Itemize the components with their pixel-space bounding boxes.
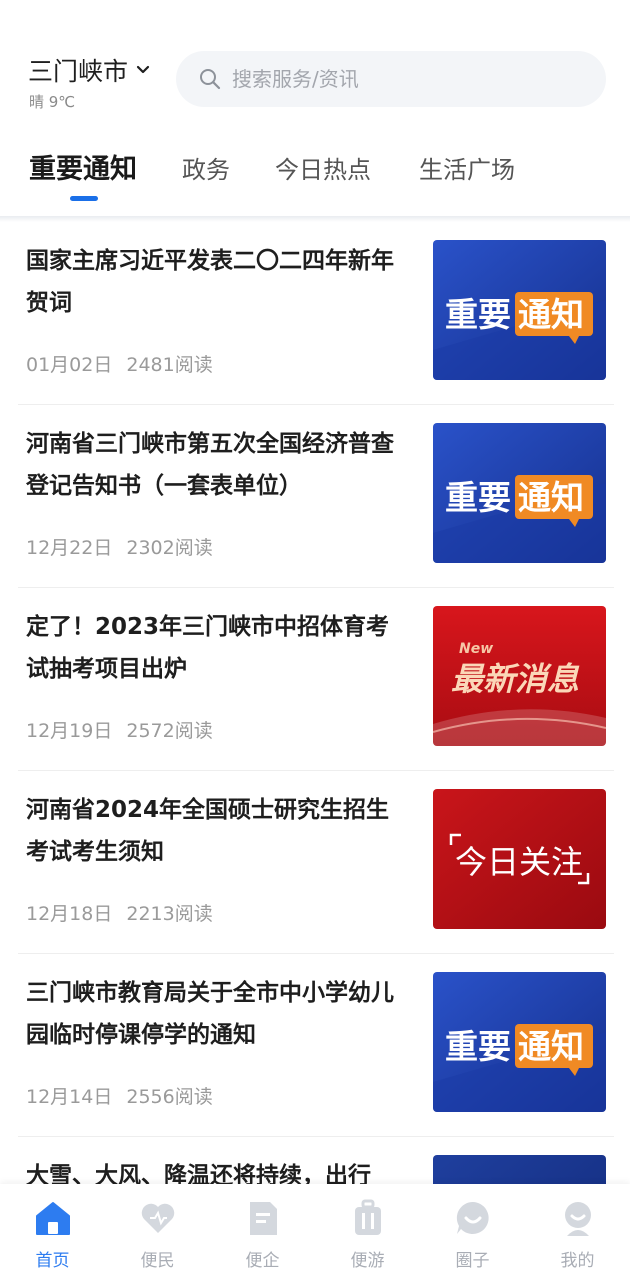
tabbar-label: 首页 [35, 1251, 70, 1271]
search-icon [200, 69, 221, 90]
tabbar-item-circle[interactable]: 圈子 [420, 1184, 525, 1280]
news-thumbnail-important-notice[interactable] [433, 1155, 606, 1184]
news-meta: 12月22日 2302阅读 [26, 533, 213, 560]
tabbar-item-business[interactable]: 便企 [210, 1184, 315, 1280]
news-title[interactable]: 河南省三门峡市第五次全国经济普查登记告知书（一套表单位） [26, 423, 410, 507]
news-reads: 2213阅读 [126, 903, 213, 925]
news-item[interactable]: 大雪、大风、降温还将持续，出行 [18, 1137, 614, 1184]
news-thumbnail-important-notice[interactable]: 重要 通知 [433, 240, 606, 380]
tabbar-label: 便民 [140, 1251, 175, 1271]
news-title[interactable]: 河南省2024年全国硕士研究生招生考试考生须知 [26, 789, 410, 873]
news-title[interactable]: 定了！2023年三门峡市中招体育考试抽考项目出炉 [26, 606, 410, 690]
thumb-text-important-b: 通知 [518, 1027, 584, 1066]
tab-government[interactable]: 政务 [182, 150, 230, 206]
chevron-down-icon[interactable] [136, 63, 150, 77]
active-tab-indicator [70, 196, 98, 201]
tab-today-hot[interactable]: 今日热点 [275, 150, 371, 206]
tabbar-label: 圈子 [455, 1251, 490, 1271]
news-date: 12月14日 [26, 1086, 113, 1108]
news-item[interactable]: 河南省2024年全国硕士研究生招生考试考生须知 12月18日 2213阅读 今日关… [18, 771, 614, 954]
news-list: 国家主席习近平发表二〇二四年新年贺词 01月02日 2481阅读 重要 通知 河南… [0, 222, 630, 1184]
heart-icon [141, 1203, 175, 1233]
document-icon [250, 1202, 277, 1235]
tabbar-item-travel[interactable]: 便游 [315, 1184, 420, 1280]
thumb-text-important-a: 重要 [445, 1027, 511, 1066]
news-date: 01月02日 [26, 354, 113, 376]
news-item[interactable]: 三门峡市教育局关于全市中小学幼儿园临时停课停学的通知 12月14日 2556阅读 … [18, 954, 614, 1137]
bottom-tab-bar: 首页 便民 便企 便游 圈子 我的 [0, 1184, 630, 1280]
news-meta: 12月19日 2572阅读 [26, 716, 213, 743]
city-name[interactable]: 三门峡市 [28, 52, 128, 88]
app-header: 三门峡市 晴 9℃ 重要通知 政务 今日热点 生活广场 [0, 0, 630, 220]
news-item[interactable]: 定了！2023年三门峡市中招体育考试抽考项目出炉 12月19日 2572阅读 Ne… [18, 588, 614, 771]
chat-smile-icon [456, 1201, 489, 1234]
tab-life-square[interactable]: 生活广场 [419, 150, 515, 206]
search-bar[interactable] [176, 51, 606, 107]
thumb-text-new: New [459, 641, 493, 657]
news-item[interactable]: 河南省三门峡市第五次全国经济普查登记告知书（一套表单位） 12月22日 2302阅… [18, 405, 614, 588]
tabbar-label: 便企 [245, 1251, 280, 1271]
news-thumbnail-today-focus[interactable]: 今日关注 [433, 789, 606, 929]
thumb-text-important-a: 重要 [445, 295, 511, 334]
weather-text: 晴 9℃ [29, 93, 76, 111]
news-meta: 01月02日 2481阅读 [26, 350, 213, 377]
news-thumbnail-important-notice[interactable]: 重要 通知 [433, 423, 606, 563]
news-thumbnail-latest-news[interactable]: New 最新消息 [433, 606, 606, 746]
city-selector[interactable]: 三门峡市 [28, 52, 150, 88]
news-reads: 2556阅读 [126, 1086, 213, 1108]
thumb-text-important-b: 通知 [518, 295, 584, 334]
user-icon [565, 1202, 591, 1236]
home-icon [36, 1202, 70, 1235]
tabbar-item-mine[interactable]: 我的 [525, 1184, 630, 1280]
search-input[interactable] [232, 67, 562, 91]
news-reads: 2481阅读 [126, 354, 213, 376]
tabbar-label: 我的 [560, 1251, 595, 1271]
news-date: 12月22日 [26, 537, 113, 559]
news-date: 12月18日 [26, 903, 113, 925]
news-reads: 2572阅读 [126, 720, 213, 742]
news-meta: 12月18日 2213阅读 [26, 899, 213, 926]
thumb-text-important-b: 通知 [518, 478, 584, 517]
news-reads: 2302阅读 [126, 537, 213, 559]
news-title[interactable]: 大雪、大风、降温还将持续，出行 [26, 1155, 410, 1184]
news-title[interactable]: 国家主席习近平发表二〇二四年新年贺词 [26, 240, 410, 324]
news-thumbnail-important-notice[interactable]: 重要 通知 [433, 972, 606, 1112]
thumb-text-today: 今日关注 [455, 843, 583, 881]
tabbar-label: 便游 [350, 1251, 385, 1271]
thumb-text-important-a: 重要 [445, 478, 511, 517]
news-meta: 12月14日 2556阅读 [26, 1082, 213, 1109]
news-item[interactable]: 国家主席习近平发表二〇二四年新年贺词 01月02日 2481阅读 重要 通知 [18, 222, 614, 405]
thumb-text-latest: 最新消息 [451, 660, 580, 698]
news-title[interactable]: 三门峡市教育局关于全市中小学幼儿园临时停课停学的通知 [26, 972, 410, 1056]
luggage-icon [355, 1199, 381, 1235]
tabbar-item-home[interactable]: 首页 [0, 1184, 105, 1280]
news-date: 12月19日 [26, 720, 113, 742]
tabbar-item-convenience[interactable]: 便民 [105, 1184, 210, 1280]
